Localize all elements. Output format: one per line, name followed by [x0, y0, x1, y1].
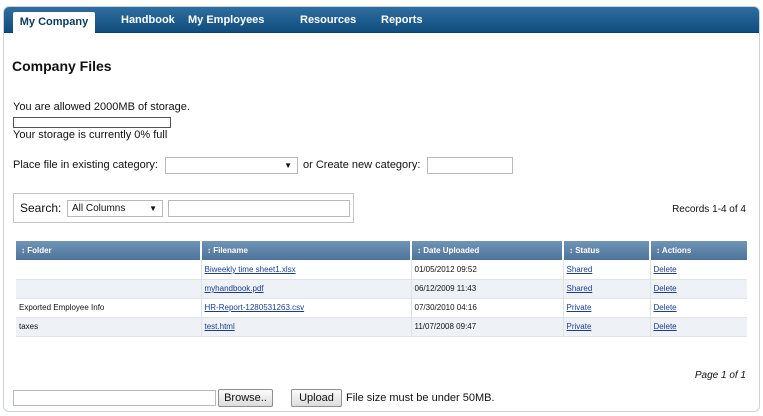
- status-link[interactable]: Private: [567, 303, 592, 312]
- table-row: Exported Employee Info HR-Report-1280531…: [16, 298, 747, 318]
- cell-folder: [16, 260, 202, 280]
- filename-link[interactable]: Biweekly time sheet1.xlsx: [205, 265, 296, 274]
- filename-link[interactable]: myhandbook.pdf: [205, 284, 264, 293]
- new-category-input[interactable]: [427, 157, 513, 174]
- file-path-input[interactable]: [13, 390, 216, 406]
- table-row: myhandbook.pdf 06/12/2009 11:43 Shared D…: [16, 279, 747, 299]
- status-link[interactable]: Shared: [567, 265, 593, 274]
- storage-status-text: Your storage is currently 0% full: [13, 129, 168, 141]
- table-row: Biweekly time sheet1.xlsx 01/05/2012 09:…: [16, 260, 747, 280]
- column-header-date-uploaded[interactable]: ↕ Date Uploaded: [411, 241, 564, 260]
- column-header-status[interactable]: ↕ Status: [563, 241, 651, 260]
- cell-folder: taxes: [16, 317, 202, 337]
- app-frame: My Company Handbook My Employees Resourc…: [3, 6, 760, 412]
- top-nav: My Company Handbook My Employees Resourc…: [4, 7, 759, 33]
- column-header-filename[interactable]: ↕ Filename: [201, 241, 412, 260]
- cell-date: 07/30/2010 04:16: [411, 298, 564, 318]
- nav-tab-handbook[interactable]: Handbook: [121, 7, 175, 33]
- status-link[interactable]: Shared: [567, 284, 593, 293]
- existing-category-label: Place file in existing category:: [13, 159, 158, 171]
- browse-button[interactable]: Browse..: [218, 389, 273, 407]
- table-header-row: ↕ Folder ↕ Filename ↕ Date Uploaded ↕ St…: [16, 241, 747, 260]
- existing-category-select[interactable]: ▼: [165, 157, 298, 174]
- search-panel: Search: All Columns ▼: [13, 193, 354, 223]
- column-header-folder[interactable]: ↕ Folder: [16, 241, 202, 260]
- nav-tab-reports[interactable]: Reports: [381, 7, 423, 33]
- filename-link[interactable]: HR-Report-1280531263.csv: [205, 303, 305, 312]
- search-column-value: All Columns: [72, 203, 126, 214]
- nav-tab-my-employees[interactable]: My Employees: [188, 7, 264, 33]
- dropdown-arrow-icon: ▼: [149, 204, 157, 213]
- files-table: ↕ Folder ↕ Filename ↕ Date Uploaded ↕ St…: [16, 241, 747, 337]
- search-column-select[interactable]: All Columns ▼: [67, 200, 163, 217]
- new-category-label: or Create new category:: [303, 159, 421, 171]
- cell-date: 01/05/2012 09:52: [411, 260, 564, 280]
- table-row: taxes test.html 11/07/2008 09:47 Private…: [16, 317, 747, 337]
- storage-allowed-text: You are allowed 2000MB of storage.: [13, 101, 190, 113]
- search-label: Search:: [20, 201, 62, 215]
- cell-folder: [16, 279, 202, 299]
- status-link[interactable]: Private: [567, 322, 592, 331]
- cell-date: 06/12/2009 11:43: [411, 279, 564, 299]
- file-size-note: File size must be under 50MB.: [346, 392, 495, 404]
- dropdown-arrow-icon: ▼: [284, 161, 292, 170]
- nav-tab-my-company[interactable]: My Company: [13, 12, 95, 33]
- cell-date: 11/07/2008 09:47: [411, 317, 564, 337]
- storage-progress-bar: [13, 117, 171, 128]
- column-header-actions[interactable]: ↕ Actions: [650, 241, 747, 260]
- records-count: Records 1-4 of 4: [672, 204, 746, 215]
- delete-link[interactable]: Delete: [654, 265, 677, 274]
- delete-link[interactable]: Delete: [654, 303, 677, 312]
- delete-link[interactable]: Delete: [654, 322, 677, 331]
- cell-folder: Exported Employee Info: [16, 298, 202, 318]
- nav-tab-resources[interactable]: Resources: [300, 7, 356, 33]
- pagination-text: Page 1 of 1: [694, 370, 746, 381]
- delete-link[interactable]: Delete: [654, 284, 677, 293]
- filename-link[interactable]: test.html: [205, 322, 235, 331]
- upload-button[interactable]: Upload: [291, 389, 342, 407]
- search-input[interactable]: [168, 200, 350, 217]
- page-title: Company Files: [12, 58, 112, 74]
